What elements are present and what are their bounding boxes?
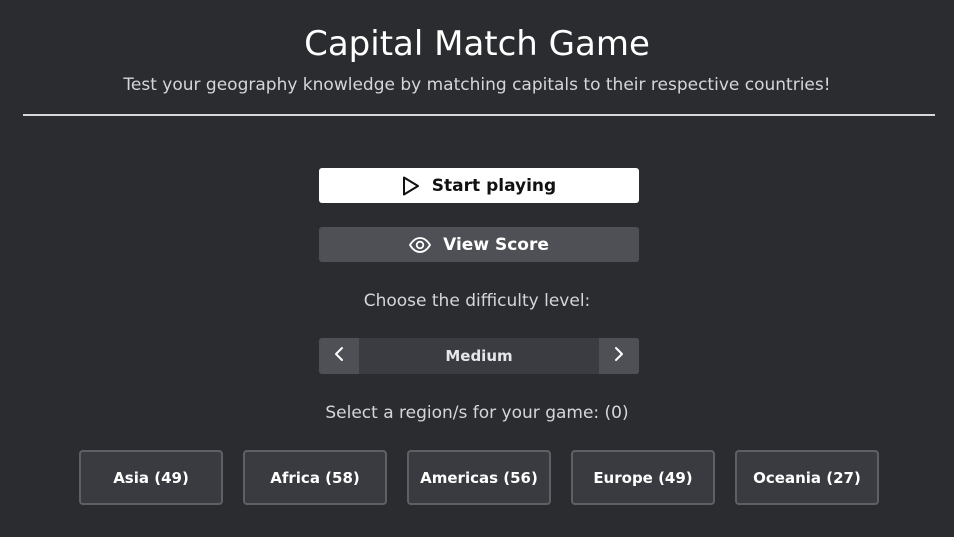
- game-page: Capital Match Game Test your geography k…: [0, 0, 954, 537]
- page-subtitle: Test your geography knowledge by matchin…: [123, 75, 831, 95]
- region-button-americas[interactable]: Americas (56): [407, 450, 551, 505]
- region-button-oceania[interactable]: Oceania (27): [735, 450, 879, 505]
- view-score-label: View Score: [443, 234, 549, 255]
- difficulty-prompt: Choose the difficulty level:: [363, 291, 591, 311]
- region-button-asia[interactable]: Asia (49): [79, 450, 223, 505]
- difficulty-stepper: Medium: [319, 338, 639, 374]
- chevron-right-icon: [614, 346, 624, 366]
- difficulty-next-button[interactable]: [599, 338, 639, 374]
- difficulty-prev-button[interactable]: [319, 338, 359, 374]
- view-score-button[interactable]: View Score: [319, 227, 639, 262]
- region-button-africa[interactable]: Africa (58): [243, 450, 387, 505]
- eye-icon: [409, 236, 432, 253]
- start-playing-label: Start playing: [431, 175, 557, 196]
- chevron-left-icon: [334, 346, 344, 366]
- play-icon: [402, 176, 420, 196]
- header-divider: [23, 114, 935, 116]
- page-title: Capital Match Game: [304, 24, 650, 64]
- region-list: Asia (49) Africa (58) Americas (56) Euro…: [79, 450, 879, 505]
- difficulty-value: Medium: [445, 347, 513, 365]
- region-button-europe[interactable]: Europe (49): [571, 450, 715, 505]
- start-playing-button[interactable]: Start playing: [319, 168, 639, 203]
- region-prompt: Select a region/s for your game: (0): [325, 403, 629, 423]
